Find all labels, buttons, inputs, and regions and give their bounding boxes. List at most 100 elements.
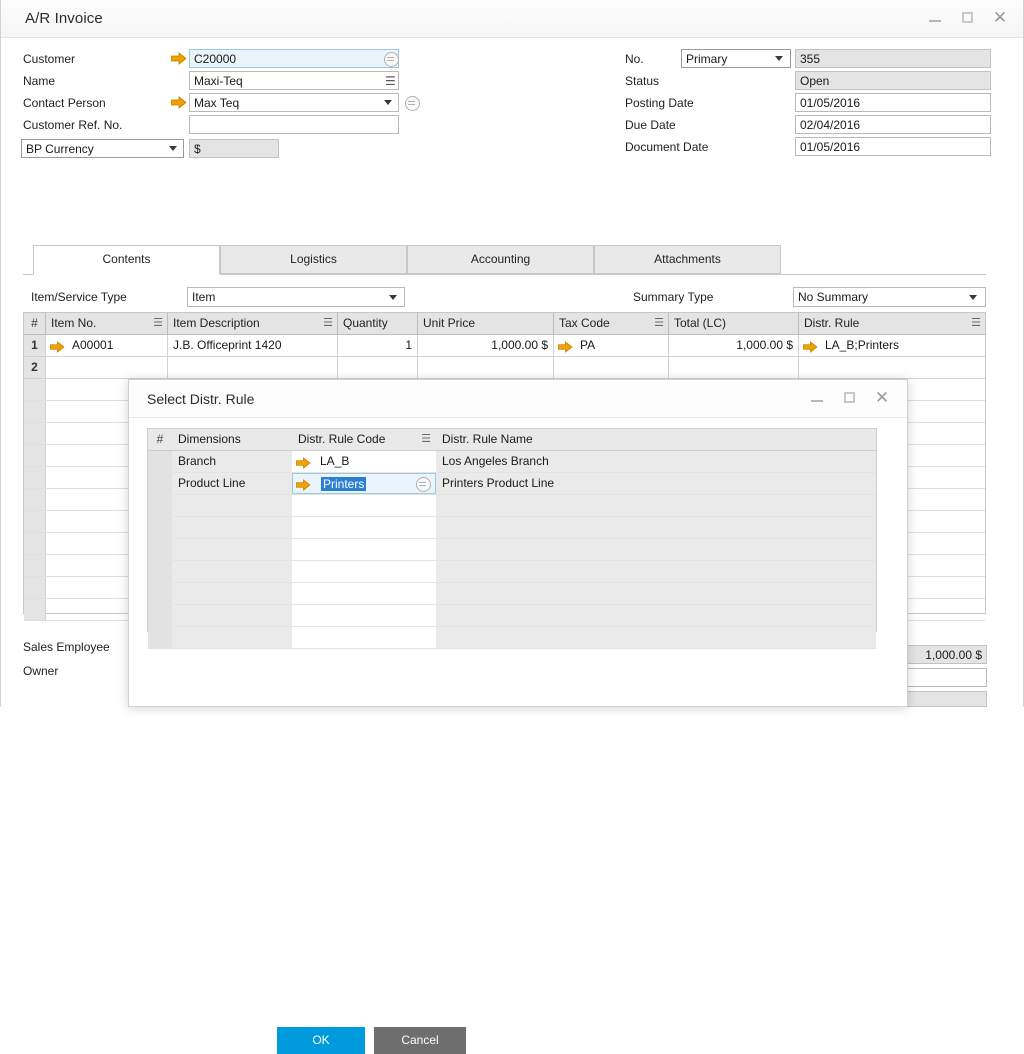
modal-empty-cell[interactable] xyxy=(436,605,876,626)
modal-empty-row[interactable] xyxy=(148,583,876,605)
modal-empty-cell[interactable] xyxy=(292,517,436,538)
document-date-input[interactable]: 01/05/2016 xyxy=(795,137,991,156)
customer-ref-no-input[interactable] xyxy=(189,115,399,134)
rule-code-column-menu-icon[interactable]: ☰ xyxy=(421,433,431,445)
close-icon[interactable]: ✕ xyxy=(991,9,1009,27)
modal-empty-row[interactable] xyxy=(148,517,876,539)
minimize-icon[interactable] xyxy=(927,9,945,27)
rule-code-link-arrow-icon[interactable] xyxy=(295,477,311,493)
tax-code-column-menu-icon[interactable]: ☰ xyxy=(654,317,664,329)
table-row[interactable]: Branch LA_B Los Angeles Branch xyxy=(148,451,876,473)
grid-col-unit-price[interactable]: Unit Price xyxy=(418,313,554,334)
cell-rule-code[interactable]: LA_B xyxy=(292,451,436,472)
customer-lookup-icon[interactable] xyxy=(384,52,399,67)
grid-col-total-lc[interactable]: Total (LC) xyxy=(669,313,799,334)
no-series-chevron-down-icon[interactable] xyxy=(775,56,783,61)
item-service-type-chevron-down-icon[interactable] xyxy=(389,295,397,300)
modal-close-icon[interactable]: ✕ xyxy=(873,389,891,407)
grid-col-quantity[interactable]: Quantity xyxy=(338,313,418,334)
modal-empty-cell[interactable] xyxy=(172,627,292,648)
grid-empty-cell[interactable] xyxy=(24,467,46,488)
rule-code-link-arrow-icon[interactable] xyxy=(295,455,311,472)
cell-quantity[interactable] xyxy=(338,357,418,378)
ok-button[interactable]: OK xyxy=(277,1027,365,1054)
cell-rule-name[interactable]: Printers Product Line xyxy=(436,473,876,494)
item-service-type-select[interactable]: Item xyxy=(187,287,405,307)
grid-empty-cell[interactable] xyxy=(24,489,46,510)
modal-empty-cell[interactable] xyxy=(292,495,436,516)
modal-minimize-icon[interactable] xyxy=(809,389,827,407)
table-row[interactable]: 1 A00001 J.B. Officeprint 1420 1 1,000.0… xyxy=(24,335,985,357)
customer-input[interactable]: C20000 xyxy=(189,49,399,68)
maximize-icon[interactable] xyxy=(959,9,977,27)
summary-type-chevron-down-icon[interactable] xyxy=(969,295,977,300)
modal-empty-cell[interactable] xyxy=(292,539,436,560)
modal-empty-cell[interactable] xyxy=(148,605,172,626)
modal-empty-cell[interactable] xyxy=(292,561,436,582)
grid-empty-cell[interactable] xyxy=(24,401,46,422)
item-description-column-menu-icon[interactable]: ☰ xyxy=(323,317,333,329)
cell-unit-price[interactable] xyxy=(418,357,554,378)
grid-empty-cell[interactable] xyxy=(24,577,46,598)
modal-empty-cell[interactable] xyxy=(292,605,436,626)
modal-empty-cell[interactable] xyxy=(292,583,436,604)
modal-empty-cell[interactable] xyxy=(148,517,172,538)
distr-rule-link-arrow-icon[interactable] xyxy=(802,339,818,356)
modal-empty-cell[interactable] xyxy=(292,627,436,648)
tab-attachments[interactable]: Attachments xyxy=(594,245,781,274)
modal-empty-row[interactable] xyxy=(148,627,876,649)
modal-empty-cell[interactable] xyxy=(148,583,172,604)
modal-empty-cell[interactable] xyxy=(148,495,172,516)
modal-empty-row[interactable] xyxy=(148,561,876,583)
cell-dimension[interactable]: Product Line xyxy=(172,473,292,494)
grid-col-item-no[interactable]: Item No. ☰ xyxy=(46,313,168,334)
cell-distr-rule[interactable]: LA_B;Printers xyxy=(799,335,985,356)
due-date-input[interactable]: 02/04/2016 xyxy=(795,115,991,134)
modal-empty-cell[interactable] xyxy=(172,539,292,560)
item-no-link-arrow-icon[interactable] xyxy=(49,339,65,356)
cell-tax-code[interactable]: PA xyxy=(554,335,669,356)
cell-item-description[interactable] xyxy=(168,357,338,378)
bp-currency-select[interactable]: BP Currency xyxy=(21,139,184,158)
modal-empty-cell[interactable] xyxy=(172,495,292,516)
modal-empty-cell[interactable] xyxy=(148,561,172,582)
table-row[interactable]: Product Line Printers Printers Product L… xyxy=(148,473,876,495)
grid-empty-cell[interactable] xyxy=(24,445,46,466)
rule-code-lookup-icon[interactable] xyxy=(416,477,431,492)
modal-empty-cell[interactable] xyxy=(172,605,292,626)
grid-empty-cell[interactable] xyxy=(24,511,46,532)
cancel-button[interactable]: Cancel xyxy=(374,1027,466,1054)
modal-empty-cell[interactable] xyxy=(436,495,876,516)
modal-empty-cell[interactable] xyxy=(148,539,172,560)
tab-contents[interactable]: Contents xyxy=(33,245,220,275)
modal-empty-cell[interactable] xyxy=(172,561,292,582)
summary-type-select[interactable]: No Summary xyxy=(793,287,986,307)
cell-unit-price[interactable]: 1,000.00 $ xyxy=(418,335,554,356)
posting-date-input[interactable]: 01/05/2016 xyxy=(795,93,991,112)
tax-code-link-arrow-icon[interactable] xyxy=(557,339,573,356)
modal-empty-cell[interactable] xyxy=(172,583,292,604)
contact-person-lookup-icon[interactable] xyxy=(405,96,420,111)
bp-currency-chevron-down-icon[interactable] xyxy=(169,146,177,151)
distr-rule-column-menu-icon[interactable]: ☰ xyxy=(971,317,981,329)
tab-logistics[interactable]: Logistics xyxy=(220,245,407,274)
contact-person-link-arrow-icon[interactable] xyxy=(171,96,187,109)
name-list-icon[interactable]: ☰ xyxy=(385,75,396,87)
modal-empty-cell[interactable] xyxy=(148,627,172,648)
tab-accounting[interactable]: Accounting xyxy=(407,245,594,274)
modal-empty-cell[interactable] xyxy=(436,561,876,582)
modal-empty-row[interactable] xyxy=(148,539,876,561)
item-no-column-menu-icon[interactable]: ☰ xyxy=(153,317,163,329)
cell-tax-code[interactable] xyxy=(554,357,669,378)
footer-field-2[interactable] xyxy=(901,668,987,687)
grid-empty-cell[interactable] xyxy=(24,533,46,554)
cell-item-no[interactable]: A00001 xyxy=(46,335,168,356)
cell-distr-rule[interactable] xyxy=(799,357,985,378)
modal-empty-cell[interactable] xyxy=(436,627,876,648)
cell-quantity[interactable]: 1 xyxy=(338,335,418,356)
grid-empty-cell[interactable] xyxy=(24,379,46,400)
customer-link-arrow-icon[interactable] xyxy=(171,52,187,65)
modal-col-rule-name[interactable]: Distr. Rule Name xyxy=(436,429,876,450)
modal-empty-cell[interactable] xyxy=(436,517,876,538)
cell-total-lc[interactable] xyxy=(669,357,799,378)
